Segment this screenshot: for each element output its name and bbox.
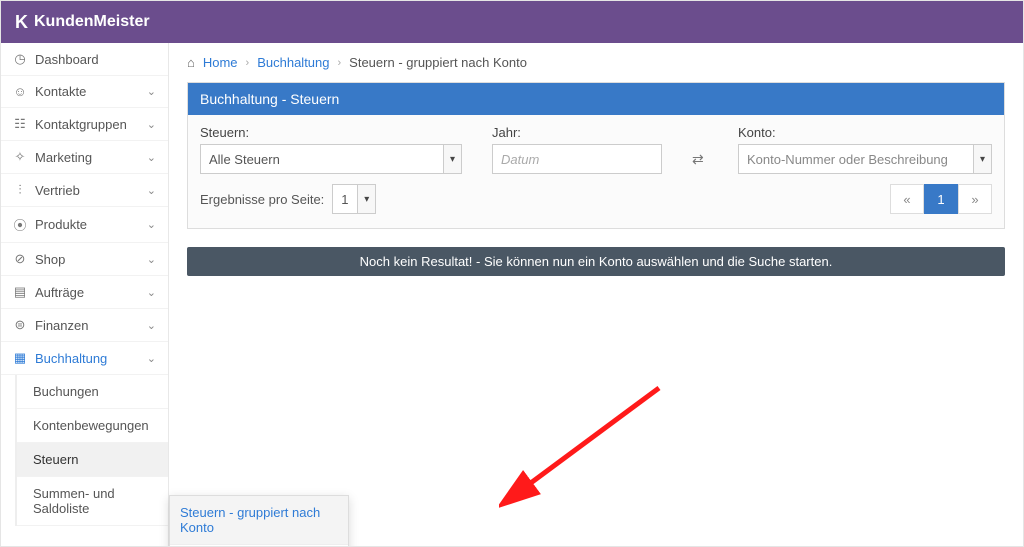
main-content: ⌂ Home › Buchhaltung › Steuern - gruppie… <box>169 43 1023 546</box>
chevron-down-icon: ⌄ <box>147 286 156 299</box>
year-input[interactable]: Datum <box>492 144 662 174</box>
sidebar-item-auftraege[interactable]: ▤Aufträge ⌄ <box>1 276 168 309</box>
chevron-down-icon: ⌄ <box>147 151 156 164</box>
group-icon: ☷ <box>13 116 27 132</box>
caret-down-icon: ▾ <box>443 145 461 173</box>
sidebar-submenu-buchhaltung: Buchungen Kontenbewegungen Steuern Summe… <box>15 375 168 526</box>
sidebar-sub-summen-saldoliste[interactable]: Summen- und Saldoliste <box>17 477 168 526</box>
clipboard-icon: ▤ <box>13 284 27 300</box>
chevron-down-icon: ⌄ <box>147 118 156 131</box>
chevron-down-icon: ⌄ <box>147 319 156 332</box>
no-result-alert: Noch kein Resultat! - Sie können nun ein… <box>187 247 1005 276</box>
swap-icon[interactable]: ⇄ <box>692 151 704 174</box>
brand-logo[interactable]: K KundenMeister <box>15 12 150 33</box>
users-icon: ☺ <box>13 84 27 99</box>
chart-icon: ⫶ <box>13 182 27 198</box>
sidebar-item-produkte[interactable]: ⦿Produkte ⌄ <box>1 207 168 243</box>
ledger-icon: ▦ <box>13 350 27 366</box>
sidebar-item-kontaktgruppen[interactable]: ☷Kontaktgruppen ⌄ <box>1 108 168 141</box>
sidebar-sub-steuern[interactable]: Steuern <box>17 443 168 477</box>
chevron-down-icon: ⌄ <box>147 218 156 231</box>
chevron-down-icon: ⌄ <box>147 184 156 197</box>
sidebar-sub-kontenbewegungen[interactable]: Kontenbewegungen <box>17 409 168 443</box>
sidebar-item-finanzen[interactable]: ⊜Finanzen ⌄ <box>1 309 168 342</box>
breadcrumb-current: Steuern - gruppiert nach Konto <box>349 55 527 70</box>
account-label: Konto: <box>738 125 992 140</box>
tax-label: Steuern: <box>200 125 462 140</box>
year-label: Jahr: <box>492 125 662 140</box>
sidebar-item-kontakte[interactable]: ☺Kontakte ⌄ <box>1 76 168 108</box>
breadcrumb-section[interactable]: Buchhaltung <box>257 55 329 70</box>
sidebar-item-buchhaltung[interactable]: ▦Buchhaltung ⌄ <box>1 342 168 375</box>
panel-title: Buchhaltung - Steuern <box>188 83 1004 115</box>
sidebar: ◷Dashboard ☺Kontakte ⌄ ☷Kontaktgruppen ⌄… <box>1 43 169 546</box>
pager-page-1-button[interactable]: 1 <box>924 184 958 214</box>
per-page-label: Ergebnisse pro Seite: <box>200 192 324 207</box>
bullhorn-icon: ✧ <box>13 149 27 165</box>
breadcrumb-home[interactable]: Home <box>203 55 238 70</box>
pager-prev-button[interactable]: « <box>890 184 924 214</box>
pager-next-button[interactable]: » <box>958 184 992 214</box>
box-icon: ⦿ <box>13 215 27 234</box>
brand-name: KundenMeister <box>34 13 150 31</box>
chevron-down-icon: ⌄ <box>147 253 156 266</box>
breadcrumb-sep: › <box>338 57 342 69</box>
tax-select[interactable]: Alle Steuern ▾ <box>200 144 462 174</box>
breadcrumb: ⌂ Home › Buchhaltung › Steuern - gruppie… <box>187 53 1005 82</box>
sidebar-item-vertrieb[interactable]: ⫶Vertrieb ⌄ <box>1 174 168 207</box>
sidebar-sub-buchungen[interactable]: Buchungen <box>17 375 168 409</box>
coins-icon: ⊜ <box>13 317 27 333</box>
home-icon: ⌂ <box>187 55 195 70</box>
sidebar-item-dashboard[interactable]: ◷Dashboard <box>1 43 168 76</box>
pager: « 1 » <box>890 184 992 214</box>
sidebar-item-shop[interactable]: ⊘Shop ⌄ <box>1 243 168 276</box>
caret-down-icon: ▾ <box>357 185 375 213</box>
topbar: K KundenMeister <box>1 1 1023 43</box>
sidebar-item-marketing[interactable]: ✧Marketing ⌄ <box>1 141 168 174</box>
cart-icon: ⊘ <box>13 251 27 267</box>
breadcrumb-sep: › <box>246 57 250 69</box>
gauge-icon: ◷ <box>13 51 27 67</box>
brand-icon: K <box>15 12 28 33</box>
filter-panel: Buchhaltung - Steuern Steuern: Alle Steu… <box>187 82 1005 229</box>
per-page-select[interactable]: 1 ▾ <box>332 184 376 214</box>
account-combo[interactable]: Konto-Nummer oder Beschreibung ▾ <box>738 144 992 174</box>
chevron-down-icon: ⌄ <box>147 352 156 365</box>
caret-down-icon: ▾ <box>973 145 991 173</box>
annotation-arrow <box>499 378 679 518</box>
chevron-down-icon: ⌄ <box>147 85 156 98</box>
